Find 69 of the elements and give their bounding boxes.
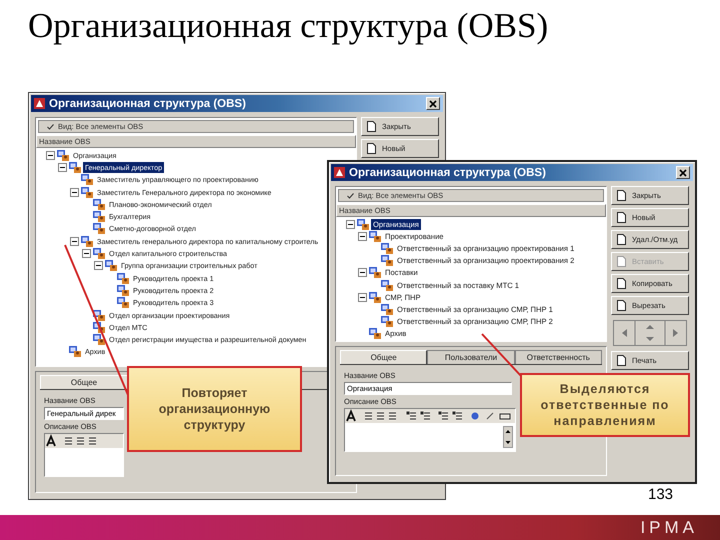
check-icon [47,124,54,130]
tree-node-icon [93,211,105,222]
tree-node-icon [93,223,105,234]
app-icon [34,98,45,109]
document-icon [616,278,627,289]
scrollbar-drawing [503,426,513,448]
tree-node-icon [117,272,129,284]
document-icon [616,256,627,267]
document-icon [366,143,377,154]
collapse-toggle-icon [46,150,55,160]
logo-text: IPMA [640,518,698,538]
callout-note: Повторяет организационную структуру [127,366,302,452]
tree-node-icon [369,328,381,340]
check-icon [347,192,354,198]
slide-title: Организационная структура (OBS) [27,5,550,47]
close-icon [679,168,687,176]
collapse-toggle-icon [358,232,367,241]
document-icon [616,212,627,223]
description-field[interactable] [44,433,124,477]
page-number: 133 [648,486,674,503]
tree-node-icon [381,242,393,254]
tree-node-icon [381,255,393,266]
tree-node-icon [57,150,69,161]
tree-node-icon [369,267,381,278]
tab[interactable]: Пользователи [427,350,515,364]
collapse-toggle-icon [358,292,367,302]
close-icon [429,100,437,108]
tree-node-icon [381,316,393,328]
collapse-toggle-icon [70,188,79,197]
tab[interactable]: Ответственность [514,350,602,364]
tree-node-icon [69,346,81,358]
callout-note: Выделяются ответственные по направлениям [520,373,690,437]
tree-node-icon [117,297,129,308]
app-icon [334,167,345,178]
tree-node-icon [369,230,381,242]
collapse-toggle-icon [358,268,367,278]
collapse-toggle-icon [82,249,91,258]
close-button[interactable] [676,166,690,179]
tree-node-icon [357,218,369,230]
close-button[interactable] [426,97,440,110]
tree-node-icon [93,322,105,333]
document-icon [616,355,627,366]
document-icon [616,234,627,245]
tree-node-icon [93,334,105,346]
collapse-toggle-icon [70,236,79,246]
tree-node-icon [381,280,393,291]
document-icon [616,300,627,311]
tree-node-icon [369,292,381,303]
tab[interactable]: Общее [40,375,128,389]
tree-node-icon [81,174,93,186]
tree-node-icon [93,198,105,210]
tree-node-icon [69,162,81,173]
tree-node-icon [105,260,117,272]
collapse-toggle-icon [58,162,67,172]
collapse-toggle-icon [346,220,355,229]
tree-node-icon [81,236,93,247]
format-toolbar-drawing [45,434,99,448]
window-title: Организационная структура (OBS) [349,166,547,178]
tree-node-icon [381,304,393,315]
tree-node-icon [81,186,93,198]
description-field[interactable] [344,408,516,452]
tree-node-icon [93,310,105,320]
tab[interactable]: Общее [340,350,428,364]
document-icon [616,190,627,201]
collapse-toggle-icon [94,261,103,270]
document-icon [366,121,377,132]
tree-node-icon [117,284,129,296]
tree-node-icon [93,248,105,260]
window-title: Организационная структура (OBS) [49,98,247,110]
